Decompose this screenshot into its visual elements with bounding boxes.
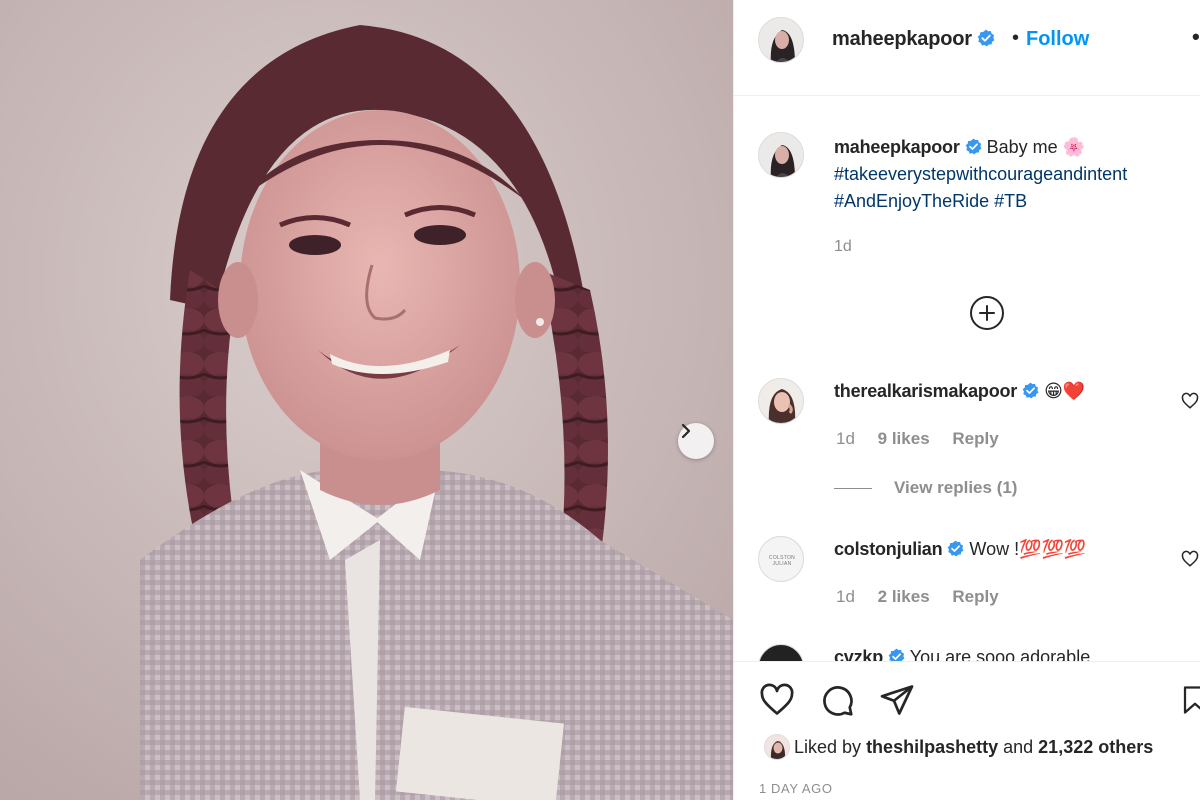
avatar-photo [765,735,789,759]
view-replies-label: View replies (1) [894,478,1018,497]
avatar-photo [759,133,803,177]
comment-meta: 1d 2 likes Reply [836,587,1017,607]
verified-badge-icon [1022,382,1039,399]
hashtag-link[interactable]: #AndEnjoyTheRide [834,191,989,211]
hashtag-link[interactable]: #takeeverystepwithcourageandintent [834,164,1127,184]
avatar-photo [759,379,803,423]
verified-badge-icon [948,540,964,557]
load-more-comments-button[interactable] [970,296,1004,330]
hashtag-link[interactable]: #TB [994,191,1027,211]
liked-by-count[interactable]: 21,322 others [1038,737,1153,757]
comment-text: Wow !💯💯💯 [969,539,1087,559]
chevron-right-icon [681,423,691,439]
comment-meta: 1d 9 likes Reply [836,429,1017,449]
post-timestamp[interactable]: 1 DAY AGO [759,781,833,796]
post-header: maheepkapoor • Follow ••• [734,0,1200,96]
commenter-avatar[interactable] [758,378,804,424]
comment-likes[interactable]: 9 likes [878,429,930,448]
avatar-logo-text: COLSTON JULIAN [768,555,796,567]
reply-button[interactable]: Reply [952,587,998,606]
follow-button[interactable]: Follow [1026,28,1089,51]
liked-by-text: Liked by theshilpashetty and 21,322 othe… [794,737,1153,758]
bookmark-icon[interactable] [1180,682,1200,718]
verified-badge-icon [888,648,905,661]
comment-text: You are sooo adorable [909,647,1091,661]
post-side-panel: maheepkapoor • Follow ••• maheepkapoor B… [733,0,1200,800]
liked-by-and: and [1003,737,1034,757]
liked-by-username[interactable]: theshilpashetty [866,737,998,757]
plus-circle-icon [979,305,995,321]
caption-username[interactable]: maheepkapoor [834,137,960,157]
flower-emoji: 🌸 [1062,137,1086,157]
commenter-username[interactable]: colstonjulian [834,539,943,559]
more-options-button[interactable]: ••• [1192,24,1200,50]
caption-timestamp[interactable]: 1d [834,233,1194,260]
author-username-row: maheepkapoor [832,28,995,51]
view-replies-button[interactable]: View replies (1) [834,478,1017,498]
verified-badge-icon [965,138,982,155]
child-portrait-image [0,0,733,800]
avatar-photo [759,18,803,62]
commenter-avatar[interactable] [758,644,804,661]
post-photo[interactable] [0,0,733,800]
caption-text: Baby me [986,137,1058,157]
comment-likes[interactable]: 2 likes [878,587,930,606]
post-actions-bar: Liked by theshilpashetty and 21,322 othe… [734,661,1200,800]
caption-author-avatar[interactable] [758,132,804,178]
reply-button[interactable]: Reply [952,429,998,448]
comment-body: cvzkp You are sooo adorable [834,647,1090,661]
comment-like-heart-icon[interactable] [1181,550,1199,568]
view-replies-line [834,488,872,490]
paper-plane-icon[interactable] [878,682,916,718]
author-username[interactable]: maheepkapoor [832,28,972,50]
carousel-next-button[interactable] [678,423,714,459]
author-avatar[interactable] [758,17,804,63]
header-separator: • [1012,27,1020,49]
comment-timestamp[interactable]: 1d [836,587,855,606]
comment-body: colstonjulian Wow !💯💯💯 [834,539,1086,560]
commenter-username[interactable]: therealkarismakapoor [834,381,1017,401]
liked-by-prefix: Liked by [794,737,862,757]
comment-bubble-icon[interactable] [818,682,856,718]
comment-like-heart-icon[interactable] [1181,392,1199,410]
liked-by-avatar[interactable] [764,734,790,760]
commenter-avatar[interactable]: COLSTON JULIAN [758,536,804,582]
comment-body: therealkarismakapoor 😁❤️ [834,381,1085,402]
commenter-username[interactable]: cvzkp [834,647,883,661]
comments-section[interactable]: maheepkapoor Baby me 🌸 #takeeverystepwit… [734,96,1200,661]
verified-badge-icon [977,29,995,47]
comment-timestamp[interactable]: 1d [836,429,855,448]
comment-text: 😁❤️ [1044,381,1086,401]
heart-icon[interactable] [758,682,796,718]
post-caption: maheepkapoor Baby me 🌸 #takeeverystepwit… [834,134,1194,260]
